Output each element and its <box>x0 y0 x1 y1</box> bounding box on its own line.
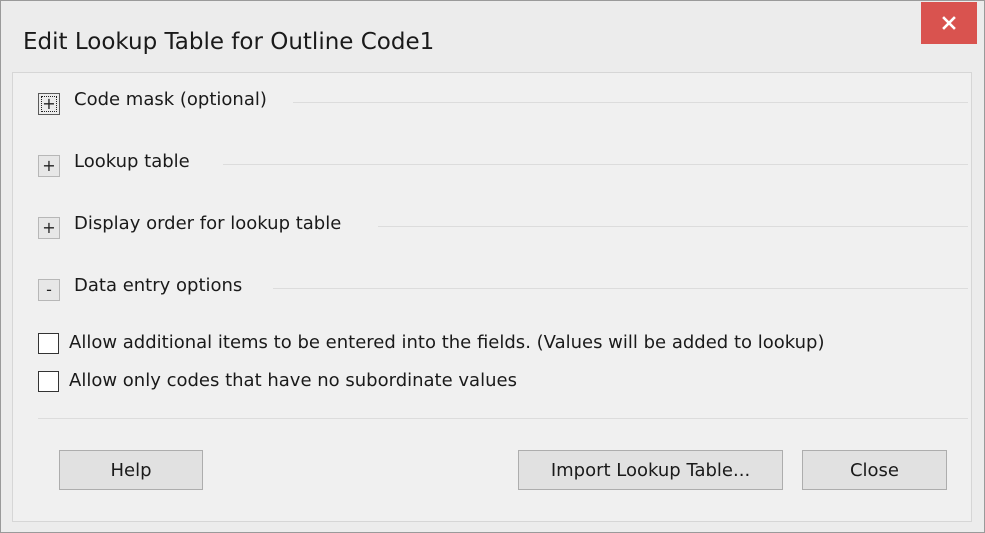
close-window-button[interactable] <box>921 2 977 44</box>
section-divider-line <box>223 164 968 165</box>
allow-only-leaf-codes-label[interactable]: Allow only codes that have no subordinat… <box>69 370 517 391</box>
import-lookup-table-button[interactable]: Import Lookup Table... <box>518 450 783 490</box>
section-display-order: + Display order for lookup table <box>38 211 968 241</box>
help-button[interactable]: Help <box>59 450 203 490</box>
section-divider-line <box>273 288 968 289</box>
section-code-mask: + Code mask (optional) <box>38 87 968 117</box>
footer-divider <box>38 418 968 419</box>
section-code-mask-label: Code mask (optional) <box>74 89 267 110</box>
dialog-title: Edit Lookup Table for Outline Code1 <box>23 29 435 55</box>
collapse-data-entry-button[interactable]: - <box>38 279 60 301</box>
section-data-entry-label: Data entry options <box>74 275 243 296</box>
expand-code-mask-button[interactable]: + <box>38 93 60 115</box>
allow-additional-items-checkbox[interactable] <box>38 333 59 354</box>
section-divider-line <box>293 102 968 103</box>
dialog-content: + Code mask (optional) + Lookup table + … <box>12 72 972 522</box>
allow-only-leaf-codes-checkbox[interactable] <box>38 371 59 392</box>
allow-additional-items-label[interactable]: Allow additional items to be entered int… <box>69 332 825 353</box>
edit-lookup-table-dialog: Edit Lookup Table for Outline Code1 + Co… <box>0 0 985 533</box>
section-display-order-label: Display order for lookup table <box>74 213 342 234</box>
close-icon <box>942 16 956 30</box>
section-lookup-table: + Lookup table <box>38 149 968 179</box>
title-bar[interactable]: Edit Lookup Table for Outline Code1 <box>1 1 984 83</box>
section-divider-line <box>378 226 968 227</box>
section-lookup-table-label: Lookup table <box>74 151 190 172</box>
section-data-entry: - Data entry options <box>38 273 968 303</box>
close-button[interactable]: Close <box>802 450 947 490</box>
expand-lookup-table-button[interactable]: + <box>38 155 60 177</box>
expand-display-order-button[interactable]: + <box>38 217 60 239</box>
